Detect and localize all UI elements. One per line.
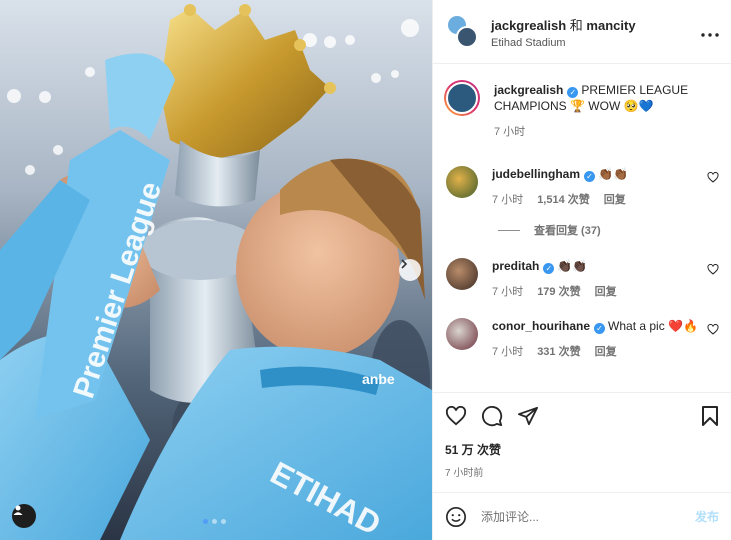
post-actions: 51 万 次赞 7 小时前 bbox=[433, 392, 731, 492]
comment-time: 7 小时 bbox=[492, 194, 524, 206]
avatar[interactable] bbox=[446, 318, 478, 350]
carousel-next-button[interactable] bbox=[399, 259, 421, 281]
comment-text: 👏🏾👏🏾 bbox=[598, 167, 628, 181]
collaborator-username[interactable]: mancity bbox=[586, 18, 635, 33]
comments-list: jackgrealish ✓ PREMIER LEAGUE CHAMPIONS 🏆 … bbox=[433, 64, 731, 392]
share-button[interactable] bbox=[517, 406, 539, 426]
view-replies-label: 查看回复 (37) bbox=[534, 225, 601, 237]
verified-badge-icon: ✓ bbox=[584, 171, 596, 182]
caption-time: 7 小时 bbox=[494, 126, 526, 138]
verified-badge-icon: ✓ bbox=[567, 87, 579, 98]
comment-username[interactable]: judebellingham bbox=[492, 167, 580, 181]
like-button[interactable] bbox=[445, 406, 467, 426]
comment-likes[interactable]: 331 次赞 bbox=[537, 344, 580, 360]
emoji-icon bbox=[446, 506, 466, 527]
comment-item: conor_hourihane ✓ What a pic ❤️🔥 7 小时 331 … bbox=[446, 318, 719, 360]
post-authors: jackgrealish 和 mancity bbox=[491, 15, 701, 34]
view-replies-button[interactable]: 查看回复 (37) bbox=[498, 222, 719, 238]
heart-icon[interactable] bbox=[707, 324, 719, 335]
heart-icon[interactable] bbox=[707, 264, 719, 275]
comment-username[interactable]: preditah bbox=[492, 259, 539, 273]
post-caption: jackgrealish ✓ PREMIER LEAGUE CHAMPIONS 🏆 … bbox=[444, 80, 719, 140]
kit-collar-text: anbe bbox=[362, 371, 395, 387]
avatar[interactable] bbox=[446, 166, 478, 198]
comment-text: What a pic ❤️🔥 bbox=[608, 319, 698, 333]
comment-icon bbox=[481, 405, 503, 427]
more-horizontal-icon bbox=[701, 33, 719, 37]
post-header: jackgrealish 和 mancity Etihad Stadium bbox=[433, 0, 731, 64]
author-conjunction: 和 bbox=[569, 17, 583, 33]
reply-button[interactable]: 回复 bbox=[604, 192, 626, 208]
more-options-button[interactable] bbox=[701, 21, 719, 42]
location-link[interactable]: Etihad Stadium bbox=[491, 37, 701, 49]
avatar bbox=[456, 25, 478, 48]
comment-item: preditah ✓ 👏🏿👏🏿 7 小时 179 次赞 回复 bbox=[446, 258, 719, 300]
carousel-dot bbox=[221, 519, 226, 524]
carousel-dot bbox=[203, 519, 208, 524]
add-comment-bar: 发布 bbox=[433, 492, 731, 540]
post-comment-button[interactable]: 发布 bbox=[695, 508, 719, 525]
verified-badge-icon: ✓ bbox=[543, 263, 555, 274]
reply-button[interactable]: 回复 bbox=[595, 284, 617, 300]
user-icon bbox=[13, 505, 23, 515]
photo-illustration: Premier League ETIHAD anbe bbox=[0, 0, 432, 540]
heart-icon bbox=[445, 406, 467, 426]
author-username[interactable]: jackgrealish bbox=[491, 18, 566, 33]
post-photo[interactable]: Premier League ETIHAD anbe bbox=[0, 0, 432, 540]
verified-badge-icon: ✓ bbox=[594, 323, 606, 334]
post-modal: Premier League ETIHAD anbe jackgrealish … bbox=[0, 0, 731, 540]
comment-button[interactable] bbox=[481, 405, 503, 427]
avatar[interactable] bbox=[446, 258, 478, 290]
collab-avatars[interactable] bbox=[446, 13, 480, 50]
post-time: 7 小时前 bbox=[445, 468, 484, 479]
comment-time: 7 小时 bbox=[492, 346, 524, 358]
reply-button[interactable]: 回复 bbox=[595, 344, 617, 360]
carousel-dot bbox=[212, 519, 217, 524]
send-icon bbox=[518, 406, 538, 426]
comment-username[interactable]: conor_hourihane bbox=[492, 319, 590, 333]
likes-count[interactable]: 51 万 次赞 bbox=[445, 441, 719, 458]
comment-item: judebellingham ✓ 👏🏾👏🏾 7 小时 1,514 次赞 回复 bbox=[446, 166, 719, 208]
comment-likes[interactable]: 179 次赞 bbox=[537, 284, 580, 300]
post-side-panel: jackgrealish 和 mancity Etihad Stadium ja… bbox=[432, 0, 731, 540]
comment-input[interactable] bbox=[481, 509, 695, 524]
comment-text: 👏🏿👏🏿 bbox=[557, 259, 588, 273]
chevron-right-icon bbox=[401, 259, 408, 269]
tagged-users-button[interactable] bbox=[12, 504, 36, 528]
emoji-button[interactable] bbox=[445, 506, 467, 528]
avatar[interactable] bbox=[444, 80, 480, 116]
comment-time: 7 小时 bbox=[492, 286, 524, 298]
heart-icon[interactable] bbox=[707, 172, 719, 183]
save-button[interactable] bbox=[701, 405, 719, 427]
bookmark-icon bbox=[702, 406, 718, 426]
carousel-indicator bbox=[203, 519, 226, 524]
caption-username[interactable]: jackgrealish bbox=[494, 83, 563, 97]
comment-likes[interactable]: 1,514 次赞 bbox=[537, 192, 590, 208]
